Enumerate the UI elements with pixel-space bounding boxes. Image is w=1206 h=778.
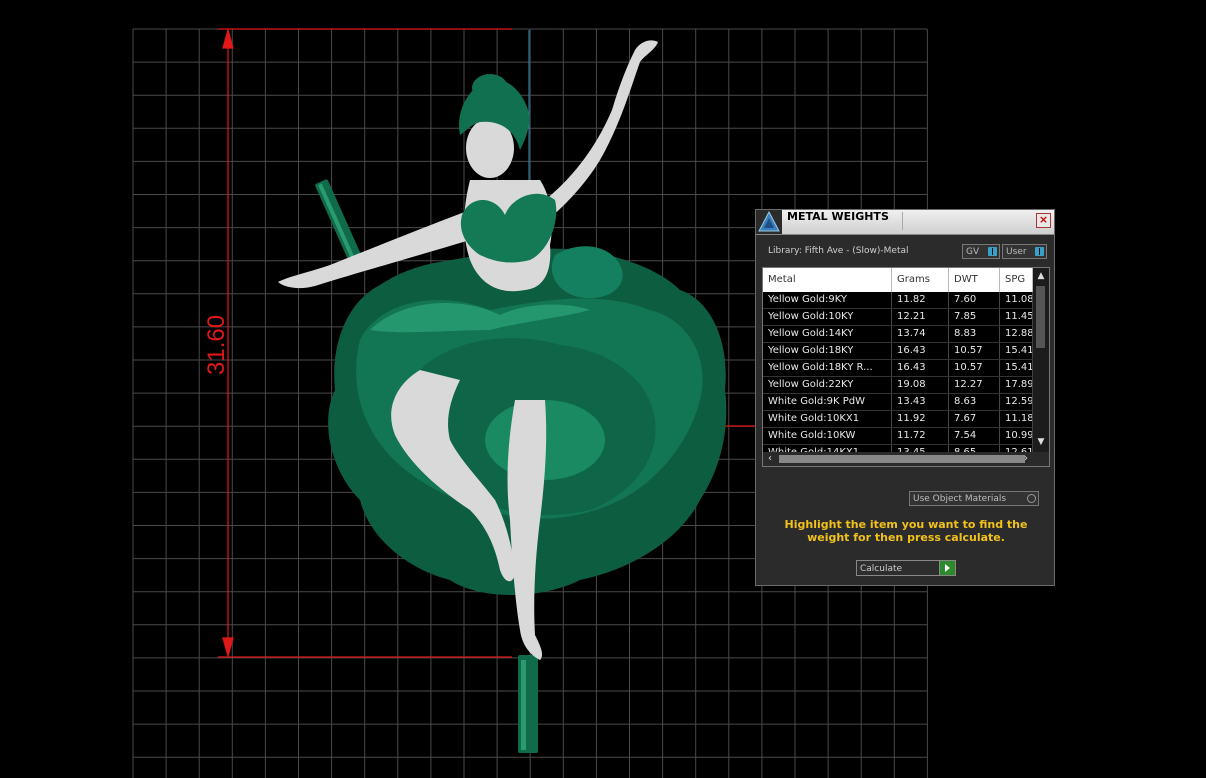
table-cell: 16.43 [892,343,949,359]
table-row[interactable]: Yellow Gold:14KY 13.74 8.83 12.88 [763,326,1033,343]
table-cell: Yellow Gold:14KY [763,326,892,342]
table-cell: 17.89 [1000,377,1033,393]
column-header-metal[interactable]: Metal [763,268,892,292]
use-object-materials-label: Use Object Materials [913,494,1007,504]
table-cell: White Gold:9K PdW [763,394,892,410]
sprue-highlight [521,660,526,750]
table-cell: 8.83 [949,326,1000,342]
figure-arm-right [545,40,658,218]
scroll-thumb-horizontal[interactable] [779,455,1025,463]
user-toggle-label: User [1006,247,1027,257]
scroll-down-icon[interactable]: ▼ [1035,436,1047,448]
table-cell: 11.72 [892,428,949,444]
table-cell: 11.92 [892,411,949,427]
gv-toggle-label: GV [966,247,980,257]
table-cell: 10.99 [1000,428,1033,444]
table-cell: Yellow Gold:18KY [763,343,892,359]
metal-table[interactable]: Metal Grams DWT SPG Yellow Gold:9KY 11.82… [762,267,1050,467]
panel-title: METAL WEIGHTS [787,210,889,223]
table-cell: 15.41 [1000,360,1033,376]
table-cell: 11.08 [1000,292,1033,308]
toggle-switch-icon [1035,247,1044,256]
column-header-dwt[interactable]: DWT [949,268,1000,292]
table-cell: 7.67 [949,411,1000,427]
table-cell: 11.82 [892,292,949,308]
table-cell: 12.21 [892,309,949,325]
user-toggle[interactable]: User [1002,244,1047,259]
table-row[interactable]: Yellow Gold:10KY 12.21 7.85 11.45 [763,309,1033,326]
table-cell: 8.63 [949,394,1000,410]
play-icon [939,561,955,575]
horizontal-scrollbar[interactable]: ‹ › [763,452,1049,466]
table-cell: White Gold:10KX1 [763,411,892,427]
table-row[interactable]: White Gold:10KX1 11.92 7.67 11.18 [763,411,1033,428]
table-cell: 10.57 [949,343,1000,359]
scroll-right-icon[interactable]: › [1019,452,1033,466]
calculate-button[interactable]: Calculate [856,560,956,576]
radio-icon[interactable] [1027,494,1036,503]
column-header-grams[interactable]: Grams [892,268,949,292]
table-cell: 7.54 [949,428,1000,444]
table-cell: 12.27 [949,377,1000,393]
table-row[interactable]: Yellow Gold:9KY 11.82 7.60 11.08 [763,292,1033,309]
table-cell: 13.74 [892,326,949,342]
table-cell: White Gold:10KW [763,428,892,444]
calculate-label: Calculate [860,564,903,574]
table-cell: Yellow Gold:22KY [763,377,892,393]
pendant-model[interactable] [278,40,727,660]
scroll-thumb[interactable] [1036,286,1045,348]
table-body: Yellow Gold:9KY 11.82 7.60 11.08 Yellow Gold… [763,292,1033,466]
gv-toggle[interactable]: GV [962,244,1000,259]
dimension-value: 31.60 [203,315,230,375]
titlebar-divider [902,212,1045,230]
table-cell: Yellow Gold:10KY [763,309,892,325]
table-cell: Yellow Gold:9KY [763,292,892,308]
close-button[interactable]: × [1036,213,1051,228]
table-row[interactable]: Yellow Gold:18KY 16.43 10.57 15.41 [763,343,1033,360]
table-cell: 12.88 [1000,326,1033,342]
table-row[interactable]: White Gold:10KW 11.72 7.54 10.99 [763,428,1033,445]
table-cell: 16.43 [892,360,949,376]
figure-bun [472,74,508,102]
table-cell: 15.41 [1000,343,1033,359]
instruction-text: Highlight the item you want to find the … [784,518,1028,544]
app-logo-icon [756,210,782,234]
scroll-left-icon[interactable]: ‹ [763,452,777,466]
scroll-up-icon[interactable]: ▲ [1035,270,1047,282]
sprue-diagonal [315,179,364,267]
column-header-spg[interactable]: SPG [1000,268,1033,292]
vertical-scrollbar[interactable]: ▲ ▼ [1033,268,1049,452]
table-row[interactable]: White Gold:9K PdW 13.43 8.63 12.59 [763,394,1033,411]
panel-titlebar[interactable]: METAL WEIGHTS × [756,210,1054,235]
table-row[interactable]: Yellow Gold:22KY 19.08 12.27 17.89 [763,377,1033,394]
table-header: Metal Grams DWT SPG [763,268,1049,292]
table-cell: 11.45 [1000,309,1033,325]
library-label: Library: Fifth Ave - (Slow)-Metal [768,246,909,256]
table-cell: 11.18 [1000,411,1033,427]
metal-weights-panel: METAL WEIGHTS × Library: Fifth Ave - (Sl… [755,209,1055,586]
table-cell: 19.08 [892,377,949,393]
table-cell: 13.43 [892,394,949,410]
table-cell: 12.59 [1000,394,1033,410]
use-object-materials-option[interactable]: Use Object Materials [909,491,1039,506]
toggle-switch-icon [988,247,997,256]
table-row[interactable]: Yellow Gold:18KY R... 16.43 10.57 15.41 [763,360,1033,377]
table-cell: 7.85 [949,309,1000,325]
table-cell: 10.57 [949,360,1000,376]
table-cell: 7.60 [949,292,1000,308]
table-cell: Yellow Gold:18KY R... [763,360,892,376]
